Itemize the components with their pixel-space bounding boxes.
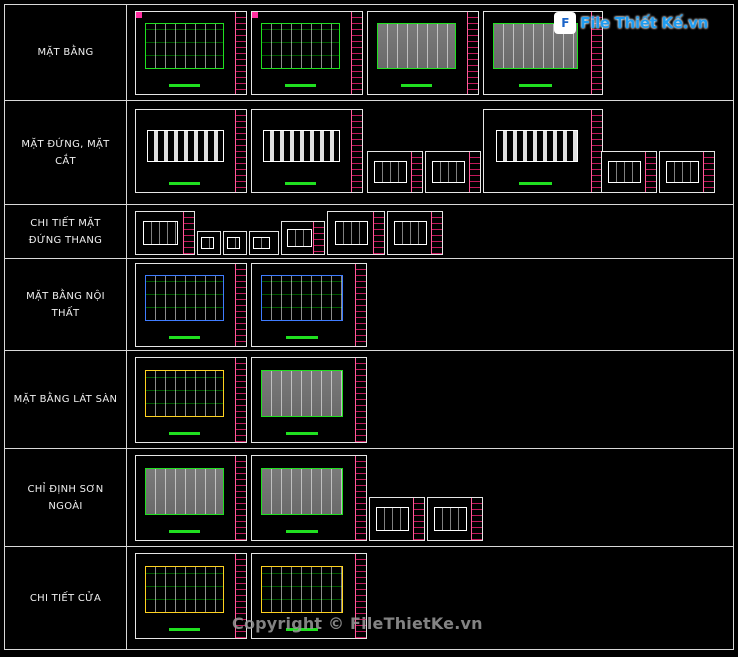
drawing-thumbnail[interactable] (135, 211, 195, 255)
drawing-thumbnail[interactable] (223, 231, 247, 255)
row-chi-dinh-son-ngoai: CHỈ ĐỊNH SƠN NGOÀI (5, 449, 733, 547)
drawing-thumbnail[interactable] (135, 553, 247, 639)
row-label: MẶT BẰNG NỘI THẤT (5, 259, 127, 350)
row-label: MẶT ĐỨNG, MẶT CẮT (5, 101, 127, 204)
drawing-thumbnail[interactable] (425, 151, 481, 193)
site-logo[interactable]: F File Thiết Kế.vn (554, 12, 708, 34)
drawing-thumbnail[interactable] (135, 109, 247, 193)
row-label: CHỈ ĐỊNH SƠN NGOÀI (5, 449, 127, 546)
row-chi-tiet-cua: CHI TIẾT CỬA (5, 547, 733, 649)
drawing-thumbnail[interactable] (601, 151, 657, 193)
copyright-watermark: Copyright © FileThietKe.vn (232, 614, 483, 633)
drawing-thumbnail[interactable] (135, 11, 247, 95)
row-mat-dung-mat-cat: MẶT ĐỨNG, MẶT CẮT (5, 101, 733, 205)
drawing-thumbnail[interactable] (249, 231, 279, 255)
drawing-thumbnail[interactable] (427, 497, 483, 541)
drawing-thumbnail[interactable] (367, 11, 479, 95)
drawing-thumbnail[interactable] (251, 109, 363, 193)
row-label: CHI TIẾT MẶT ĐỨNG THANG (5, 205, 127, 258)
row-thumbnails (127, 449, 733, 546)
drawing-thumbnail[interactable] (251, 263, 367, 347)
row-thumbnails (127, 547, 733, 649)
row-thumbnails (127, 259, 733, 350)
drawing-thumbnail[interactable] (659, 151, 715, 193)
drawing-thumbnail[interactable] (251, 455, 367, 541)
drawing-thumbnail[interactable] (367, 151, 423, 193)
drawing-thumbnail[interactable] (327, 211, 385, 255)
row-mat-bang-noi-that: MẶT BẰNG NỘI THẤT (5, 259, 733, 351)
drawing-thumbnail[interactable] (135, 455, 247, 541)
logo-text: File Thiết Kế.vn (580, 14, 708, 32)
drawing-thumbnail[interactable] (251, 11, 363, 95)
drawing-thumbnail[interactable] (197, 231, 221, 255)
drawing-thumbnail[interactable] (135, 357, 247, 443)
drawing-thumbnail[interactable] (483, 109, 603, 193)
row-mat-bang-lat-san: MẶT BẰNG LÁT SÀN (5, 351, 733, 449)
logo-icon: F (554, 12, 577, 34)
row-chi-tiet-mat-dung-thang: CHI TIẾT MẶT ĐỨNG THANG (5, 205, 733, 259)
drawing-index-table: MẶT BẰNG MẶT ĐỨNG, MẶT CẮT CHI TIẾT MẶT … (4, 4, 734, 650)
row-thumbnails (127, 101, 733, 204)
row-label: MẶT BẰNG (5, 5, 127, 100)
row-thumbnails (127, 205, 733, 258)
drawing-thumbnail[interactable] (135, 263, 247, 347)
row-label: MẶT BẰNG LÁT SÀN (5, 351, 127, 448)
row-thumbnails (127, 351, 733, 448)
drawing-thumbnail[interactable] (251, 357, 367, 443)
row-label: CHI TIẾT CỬA (5, 547, 127, 649)
drawing-thumbnail[interactable] (281, 221, 325, 255)
drawing-thumbnail[interactable] (387, 211, 443, 255)
drawing-thumbnail[interactable] (369, 497, 425, 541)
